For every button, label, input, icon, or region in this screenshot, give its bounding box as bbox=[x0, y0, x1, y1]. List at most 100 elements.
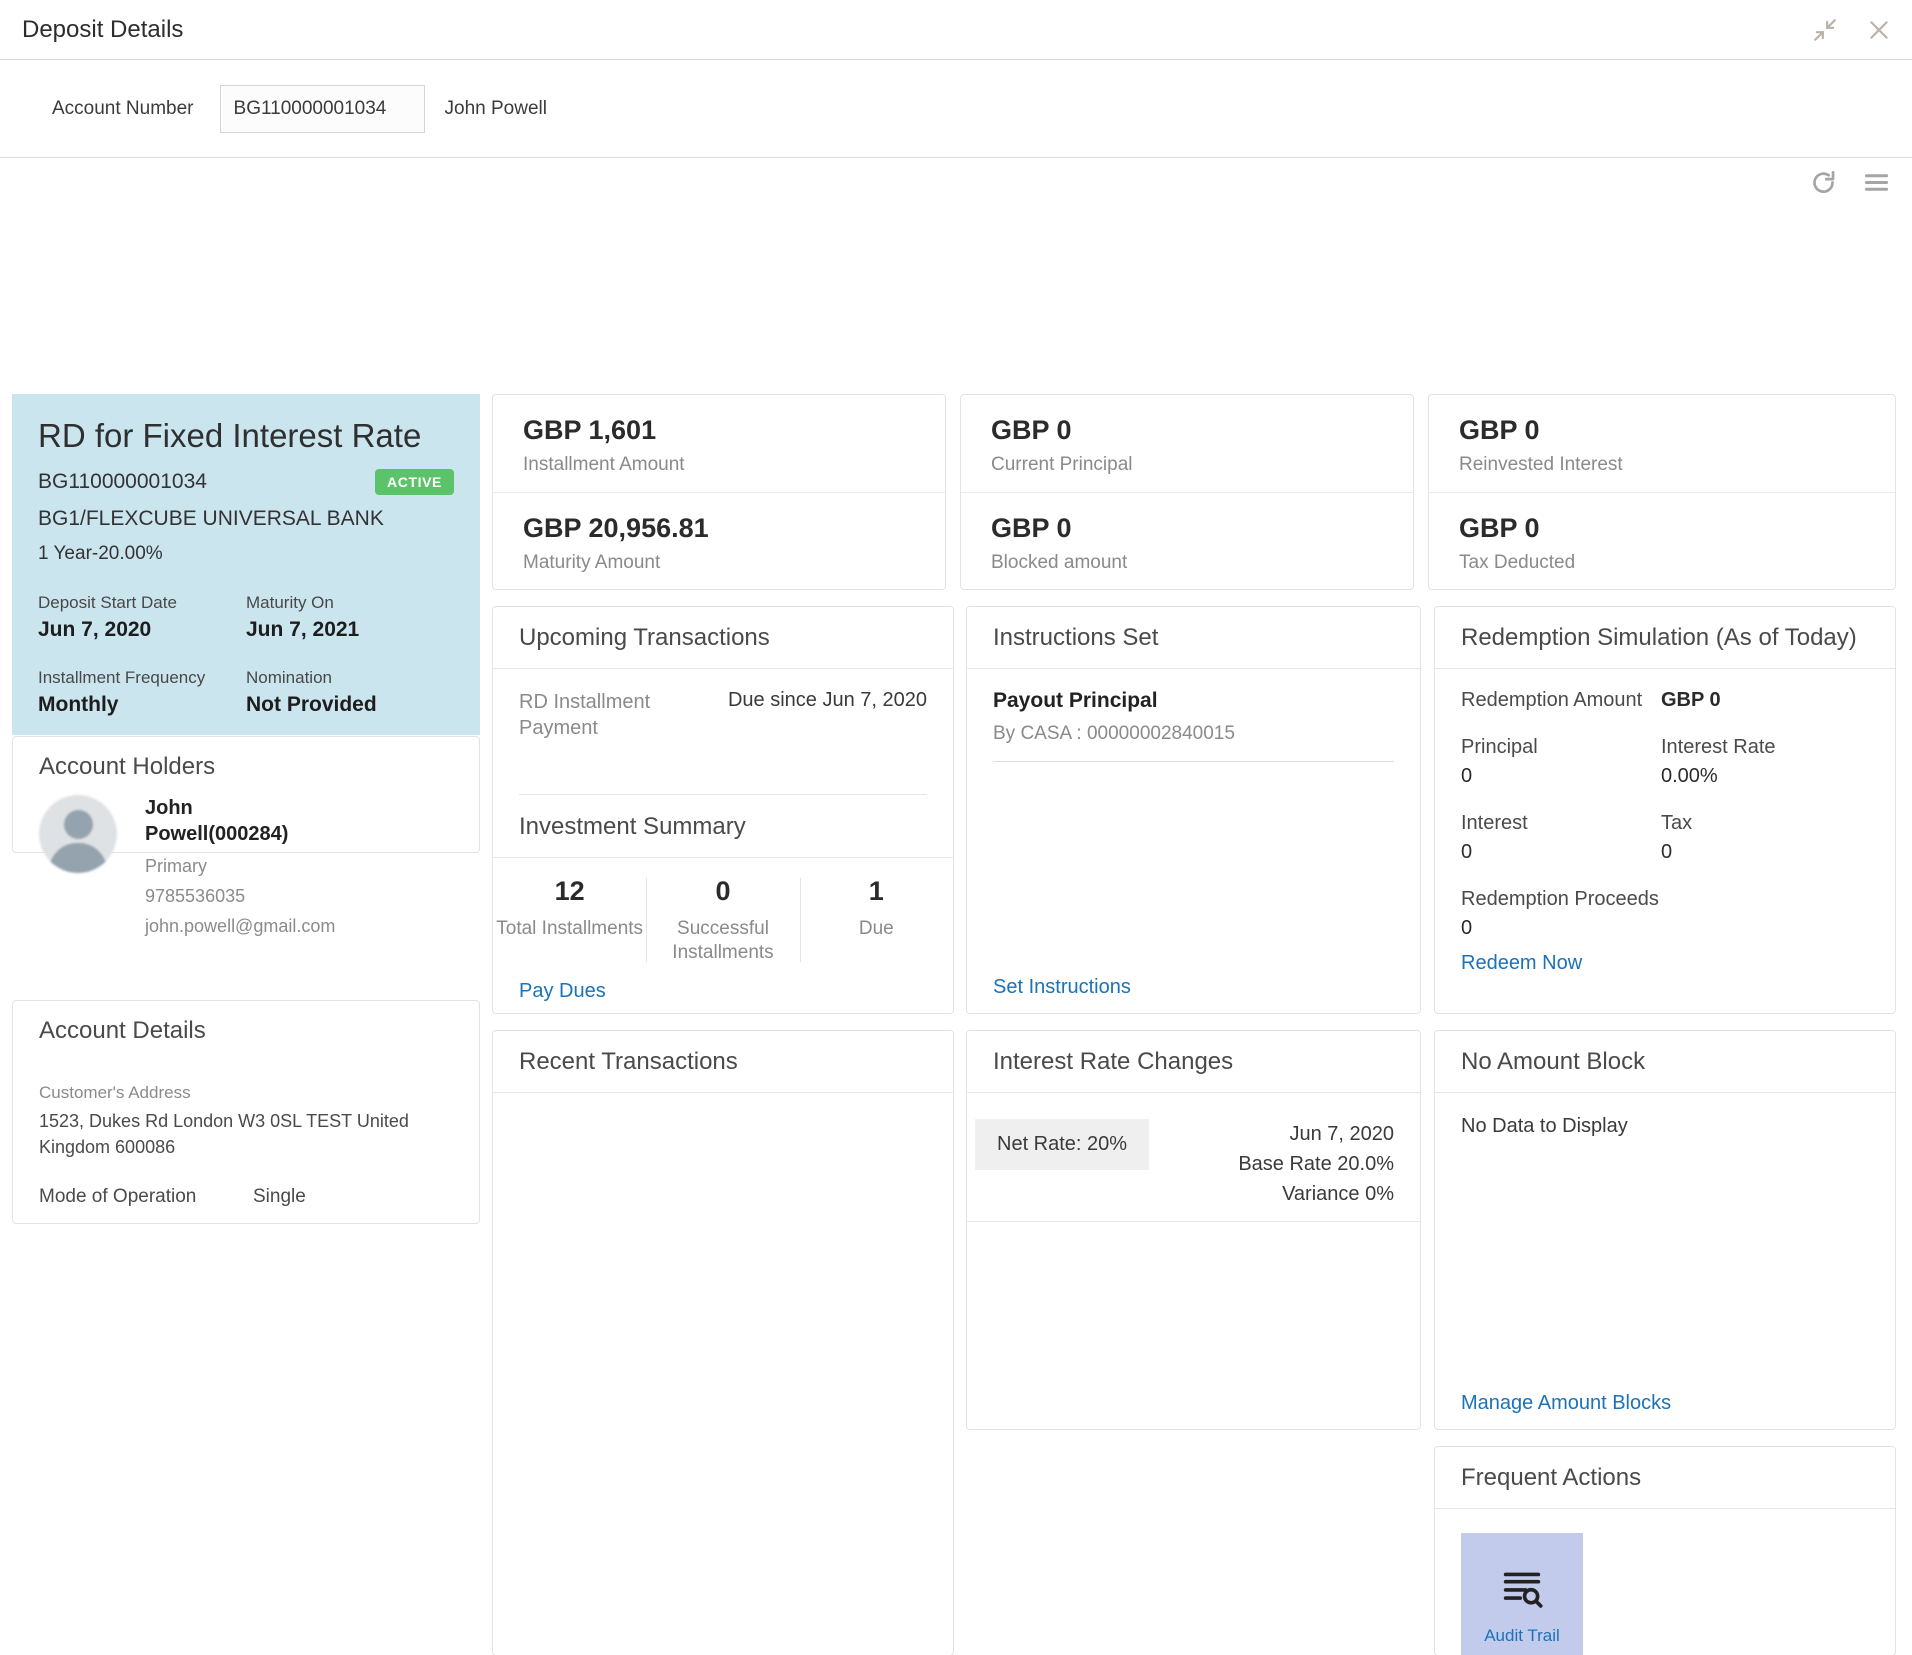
audit-trail-action-tile[interactable]: Audit Trail bbox=[1461, 1533, 1583, 1655]
kpi-value: GBP 20,956.81 bbox=[523, 512, 709, 543]
divider bbox=[967, 1221, 1420, 1222]
divider bbox=[993, 761, 1394, 762]
account-details-panel: Account Details Customer's Address 1523,… bbox=[12, 1000, 480, 1224]
stat-label: Total Installments bbox=[496, 917, 644, 939]
account-number-label: Account Number bbox=[52, 97, 194, 119]
close-icon[interactable] bbox=[1866, 17, 1892, 43]
principal-interest-rate-row: Principal 0 Interest Rate 0.00% bbox=[1461, 736, 1869, 788]
refresh-icon[interactable] bbox=[1810, 169, 1837, 196]
installment-frequency-label: Installment Frequency bbox=[38, 667, 206, 687]
kpi-column: GBP 0 Current Principal GBP 0 Blocked am… bbox=[960, 394, 1414, 590]
installment-frequency-value: Monthly bbox=[38, 692, 119, 716]
kpi-tax-deducted: GBP 0 Tax Deducted bbox=[1429, 491, 1895, 590]
kpi-value: GBP 0 bbox=[991, 415, 1072, 445]
stat-successful-installments: 0 Successful Installments bbox=[646, 876, 799, 966]
account-holders-title: Account Holders bbox=[39, 753, 216, 780]
dashboard-canvas: RD for Fixed Interest Rate BG11000000103… bbox=[0, 206, 1912, 1655]
installment-frequency-field: Installment Frequency Monthly bbox=[38, 668, 246, 717]
stat-value: 12 bbox=[554, 875, 585, 906]
account-number-input[interactable] bbox=[219, 84, 425, 133]
instructions-set-title: Instructions Set bbox=[967, 607, 1420, 669]
kpi-reinvested-interest: GBP 0 Reinvested Interest bbox=[1429, 395, 1895, 492]
maturity-date-value: Jun 7, 2021 bbox=[246, 617, 360, 641]
window-controls bbox=[1812, 0, 1892, 60]
deposit-branch: BG1/FLEXCUBE UNIVERSAL BANK bbox=[38, 506, 384, 530]
mode-of-operation-value: Single bbox=[253, 1186, 306, 1208]
kpi-label: Reinvested Interest bbox=[1459, 454, 1623, 475]
net-rate-chip: Net Rate: 20% bbox=[975, 1119, 1150, 1170]
stat-value: 0 bbox=[715, 875, 731, 906]
kpi-value: GBP 0 bbox=[991, 512, 1072, 543]
deposit-summary-card: RD for Fixed Interest Rate BG11000000103… bbox=[12, 394, 480, 735]
upcoming-transaction-due: Due since Jun 7, 2020 bbox=[727, 689, 927, 711]
holder-phone: 9785536035 bbox=[145, 886, 246, 906]
deposit-product-title: RD for Fixed Interest Rate bbox=[38, 417, 422, 454]
principal-value: 0 bbox=[1461, 765, 1473, 787]
customer-address-value: 1523, Dukes Rd London W3 0SL TEST United… bbox=[39, 1111, 409, 1157]
hamburger-menu-icon[interactable] bbox=[1863, 169, 1890, 196]
kpi-installment-amount: GBP 1,601 Installment Amount bbox=[493, 395, 945, 492]
window-title-bar: Deposit Details bbox=[0, 0, 1912, 60]
stat-label: Due bbox=[858, 917, 894, 939]
instruction-account: By CASA : 00000002840015 bbox=[993, 723, 1235, 744]
amount-block-empty-message: No Data to Display bbox=[1461, 1115, 1628, 1137]
nomination-field: Nomination Not Provided bbox=[246, 668, 454, 717]
kpi-label: Current Principal bbox=[991, 454, 1133, 475]
stat-due: 1 Due bbox=[799, 875, 953, 966]
interest-tax-row: Interest 0 Tax 0 bbox=[1461, 812, 1869, 864]
frequent-actions-title: Frequent Actions bbox=[1435, 1447, 1895, 1509]
mode-of-operation-label: Mode of Operation bbox=[39, 1186, 197, 1208]
holder-email: john.powell@gmail.com bbox=[145, 916, 336, 936]
redeem-now-link[interactable]: Redeem Now bbox=[1461, 952, 1582, 974]
interest-rate-changes-panel: Interest Rate Changes Net Rate: 20% Jun … bbox=[966, 1030, 1421, 1430]
interest-label: Interest bbox=[1461, 812, 1528, 834]
redemption-proceeds-label: Redemption Proceeds bbox=[1461, 888, 1659, 910]
instructions-set-panel: Instructions Set Payout Principal By CAS… bbox=[966, 606, 1421, 1014]
interest-rate-field: Interest Rate 0.00% bbox=[1661, 736, 1861, 788]
tax-field: Tax 0 bbox=[1661, 812, 1861, 864]
account-details-title: Account Details bbox=[39, 1017, 206, 1044]
mode-of-operation-row: Mode of Operation Single bbox=[39, 1186, 453, 1208]
deposit-start-date-label: Deposit Start Date bbox=[38, 592, 177, 612]
interest-rate-change-row: Net Rate: 20% Jun 7, 2020 Base Rate 20.0… bbox=[967, 1093, 1420, 1209]
kpi-value: GBP 0 bbox=[1459, 512, 1540, 543]
collapse-arrows-icon[interactable] bbox=[1812, 17, 1838, 43]
kpi-label: Blocked amount bbox=[991, 551, 1128, 573]
base-rate-value: Base Rate 20.0% bbox=[1238, 1153, 1394, 1175]
redemption-amount-label: Redemption Amount bbox=[1461, 689, 1643, 711]
redemption-simulation-panel: Redemption Simulation (As of Today) Rede… bbox=[1434, 606, 1896, 1014]
account-holder-row: John Powell(000284) Primary 9785536035 j… bbox=[13, 781, 479, 937]
pay-dues-link[interactable]: Pay Dues bbox=[519, 980, 606, 1003]
maturity-date-field: Maturity On Jun 7, 2021 bbox=[246, 593, 454, 642]
tax-value: 0 bbox=[1661, 841, 1673, 863]
redemption-simulation-title: Redemption Simulation (As of Today) bbox=[1435, 607, 1895, 669]
kpi-value: GBP 0 bbox=[1459, 415, 1540, 445]
user-avatar-icon bbox=[39, 795, 117, 873]
kpi-column: GBP 0 Reinvested Interest GBP 0 Tax Dedu… bbox=[1428, 394, 1896, 590]
manage-amount-blocks-link[interactable]: Manage Amount Blocks bbox=[1461, 1392, 1671, 1415]
kpi-current-principal: GBP 0 Current Principal bbox=[961, 395, 1413, 492]
interest-rate-changes-title: Interest Rate Changes bbox=[967, 1031, 1420, 1093]
stat-value: 1 bbox=[868, 875, 884, 906]
deposit-tenor-rate: 1 Year-20.00% bbox=[38, 542, 163, 564]
interest-value: 0 bbox=[1461, 841, 1473, 863]
upcoming-transactions-panel: Upcoming Transactions RD Installment Pay… bbox=[492, 606, 954, 1014]
set-instructions-link[interactable]: Set Instructions bbox=[993, 976, 1131, 999]
account-holders-panel: Account Holders John Powell(000284) Prim… bbox=[12, 736, 480, 936]
redemption-amount-value: GBP 0 bbox=[1661, 689, 1721, 711]
redemption-proceeds-field: Redemption Proceeds 0 bbox=[1461, 888, 1869, 940]
nomination-label: Nomination bbox=[246, 667, 332, 687]
redemption-proceeds-value: 0 bbox=[1461, 917, 1473, 939]
amount-block-panel: No Amount Block No Data to Display Manag… bbox=[1434, 1030, 1896, 1430]
recent-transactions-title: Recent Transactions bbox=[493, 1031, 953, 1093]
nomination-value: Not Provided bbox=[246, 692, 377, 716]
interest-field: Interest 0 bbox=[1461, 812, 1661, 864]
deposit-start-date-value: Jun 7, 2020 bbox=[38, 617, 152, 641]
stat-total-installments: 12 Total Installments bbox=[493, 876, 646, 966]
instruction-name: Payout Principal bbox=[993, 689, 1158, 712]
investment-summary-title: Investment Summary bbox=[493, 795, 953, 858]
kpi-maturity-amount: GBP 20,956.81 Maturity Amount bbox=[493, 491, 945, 590]
variance-value: Variance 0% bbox=[1282, 1183, 1394, 1205]
holder-relationship: Primary bbox=[145, 856, 207, 876]
status-badge: ACTIVE bbox=[375, 468, 454, 495]
